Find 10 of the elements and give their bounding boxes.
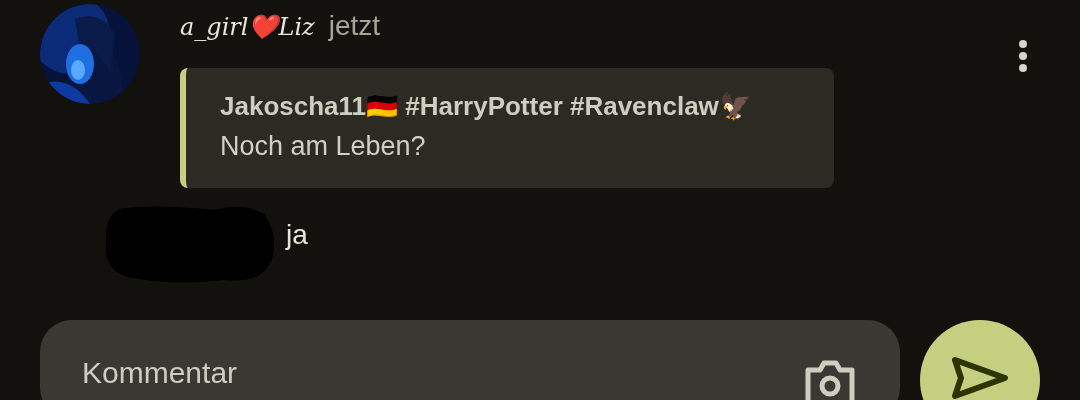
- send-icon: [951, 356, 1009, 400]
- more-options-icon[interactable]: [1018, 40, 1028, 72]
- quoted-author: Jakoscha11🇩🇪 #HarryPotter #Ravenclaw🦅: [220, 90, 751, 123]
- quoted-text: Noch am Leben?: [220, 130, 426, 163]
- comment-box[interactable]: Kommentar: [40, 320, 900, 400]
- camera-icon[interactable]: [804, 358, 856, 400]
- timestamp: jetzt: [328, 9, 381, 43]
- username[interactable]: a_girl❤Liz: [180, 5, 315, 49]
- comment-field[interactable]: Kommentar: [82, 356, 804, 390]
- comment-text: ja: [286, 219, 308, 251]
